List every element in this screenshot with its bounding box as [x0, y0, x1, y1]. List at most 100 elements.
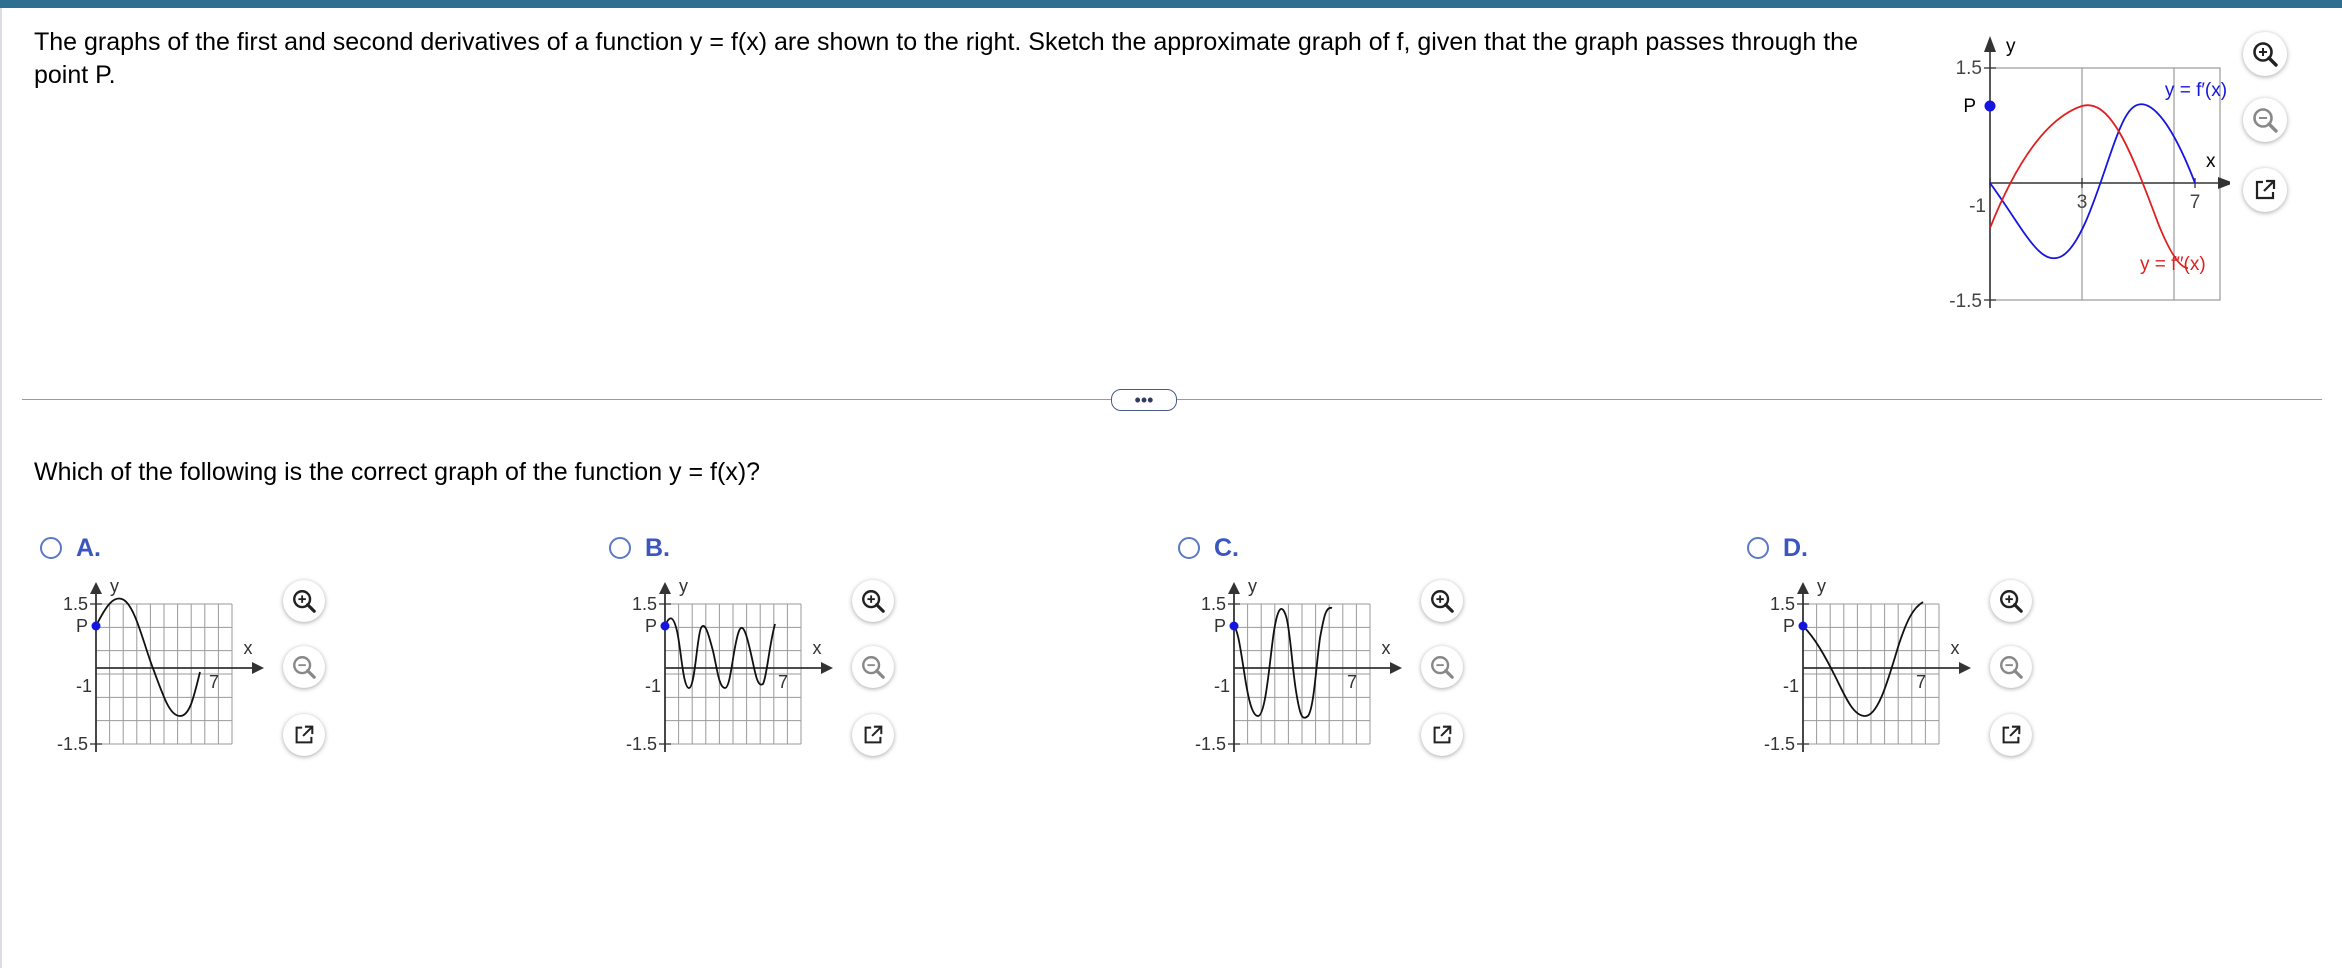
svg-text:P: P	[1963, 96, 1976, 117]
y-axis-arrow	[1228, 582, 1240, 594]
point-p	[1229, 621, 1239, 631]
popout-icon	[2002, 725, 2021, 744]
point-label: P	[76, 616, 88, 636]
svg-text:3: 3	[2077, 192, 2088, 213]
zoom-out-icon	[2000, 656, 2023, 679]
function-curve	[1802, 601, 1924, 717]
zoom-out-button[interactable]	[1421, 646, 1463, 688]
y-axis-label: y	[1817, 576, 1826, 596]
zoom-out-button[interactable]	[2243, 98, 2287, 142]
tick-label-left: -1	[1214, 676, 1230, 696]
svg-text:y = f′(x): y = f′(x)	[2165, 80, 2227, 101]
choice-a-graph: y x 1.5 -1.5 -1 7 P	[57, 576, 264, 754]
point-p	[1984, 100, 1996, 112]
radio-c[interactable]	[1178, 537, 1200, 559]
fdoubleprime-curve	[1989, 104, 2189, 269]
tick-label-left: -1	[76, 676, 92, 696]
point-p	[1798, 621, 1808, 631]
question-prompt: Which of the following is the correct gr…	[34, 458, 761, 486]
fprime-curve	[1989, 103, 2196, 259]
zoom-out-icon	[1431, 656, 1454, 679]
zoom-in-button[interactable]	[1421, 580, 1463, 622]
function-curve	[95, 597, 201, 717]
zoom-in-icon	[1431, 590, 1454, 613]
function-curve	[1233, 606, 1333, 719]
point-p	[660, 621, 670, 631]
tick-label-right: 7	[1347, 672, 1357, 692]
svg-text:y: y	[2006, 36, 2016, 57]
popout-button[interactable]	[1990, 714, 2032, 756]
x-axis-label: x	[244, 638, 253, 658]
zoom-out-button[interactable]	[283, 646, 325, 688]
y-axis-arrow	[659, 582, 671, 594]
radio-a[interactable]	[40, 537, 62, 559]
point-label: P	[645, 616, 657, 636]
tick-label-bottom: -1.5	[626, 734, 657, 754]
svg-text:-1.5: -1.5	[1949, 291, 1982, 312]
choice-b: B. y x 1.5 -1.5 -1 7 P	[605, 532, 905, 772]
choice-c: C. y x 1.5 -1.5 -1 7 P	[1174, 532, 1474, 772]
tick-label-left: -1	[645, 676, 661, 696]
x-axis-arrow	[1390, 662, 1402, 674]
svg-text:1.5: 1.5	[1956, 58, 1982, 79]
x-axis-arrow	[252, 662, 264, 674]
x-axis-arrow	[1959, 662, 1971, 674]
point-label: P	[1783, 616, 1795, 636]
choice-d-graph: y x 1.5 -1.5 -1 7 P	[1764, 576, 1971, 754]
popout-button[interactable]	[852, 714, 894, 756]
left-border	[0, 8, 2, 968]
x-axis-label: x	[1951, 638, 1960, 658]
tick-label-right: 7	[209, 672, 219, 692]
y-axis-label: y	[110, 576, 119, 596]
tick-label-top: 1.5	[1201, 594, 1226, 614]
tick-label-left: -1	[1783, 676, 1799, 696]
x-axis-arrow	[821, 662, 833, 674]
zoom-out-button[interactable]	[1990, 646, 2032, 688]
choice-label: C.	[1214, 534, 1239, 562]
function-curve	[664, 617, 776, 689]
point-p	[91, 621, 101, 631]
top-accent-bar	[0, 0, 2342, 8]
choice-b-graph: y x 1.5 -1.5 -1 7 P	[626, 576, 833, 754]
y-axis-label: y	[679, 576, 688, 596]
tick-label-top: 1.5	[1770, 594, 1795, 614]
tick-label-right: 7	[1916, 672, 1926, 692]
zoom-out-button[interactable]	[852, 646, 894, 688]
zoom-in-icon	[862, 590, 885, 613]
popout-button[interactable]	[2243, 168, 2287, 212]
tick-label-bottom: -1.5	[1195, 734, 1226, 754]
tick-label-bottom: -1.5	[57, 734, 88, 754]
zoom-in-button[interactable]	[852, 580, 894, 622]
zoom-out-icon	[293, 656, 316, 679]
y-axis-arrow	[90, 582, 102, 594]
svg-text:x: x	[2206, 151, 2216, 172]
choice-label: B.	[645, 534, 670, 562]
x-axis-label: x	[1382, 638, 1391, 658]
popout-icon	[864, 725, 883, 744]
zoom-out-icon	[862, 656, 885, 679]
zoom-in-button[interactable]	[2243, 32, 2287, 76]
popout-button[interactable]	[283, 714, 325, 756]
expand-button[interactable]: •••	[1111, 389, 1177, 411]
popout-icon	[2255, 179, 2276, 200]
zoom-in-button[interactable]	[1990, 580, 2032, 622]
question-text: The graphs of the first and second deriv…	[34, 28, 1858, 89]
derivatives-graph: y x 1.5 -1.5 -1 3 7 P y = f′(x) y = f′′(…	[1949, 36, 2230, 312]
radio-d[interactable]	[1747, 537, 1769, 559]
radio-b[interactable]	[609, 537, 631, 559]
choice-c-graph: y x 1.5 -1.5 -1 7 P	[1195, 576, 1402, 754]
tick-label-top: 1.5	[63, 594, 88, 614]
tick-label-bottom: -1.5	[1764, 734, 1795, 754]
tick-label-right: 7	[778, 672, 788, 692]
zoom-in-icon	[2253, 42, 2278, 67]
choice-label: D.	[1783, 534, 1808, 562]
zoom-out-icon	[2253, 108, 2278, 133]
x-axis-label: x	[813, 638, 822, 658]
svg-text:-1: -1	[1969, 196, 1986, 217]
zoom-in-icon	[293, 590, 316, 613]
y-axis-arrow	[1797, 582, 1809, 594]
svg-text:y = f′′(x): y = f′′(x)	[2140, 254, 2206, 275]
zoom-in-button[interactable]	[283, 580, 325, 622]
popout-button[interactable]	[1421, 714, 1463, 756]
choice-d: D. y x 1.5 -1.5 -1 7 P	[1743, 532, 2043, 772]
